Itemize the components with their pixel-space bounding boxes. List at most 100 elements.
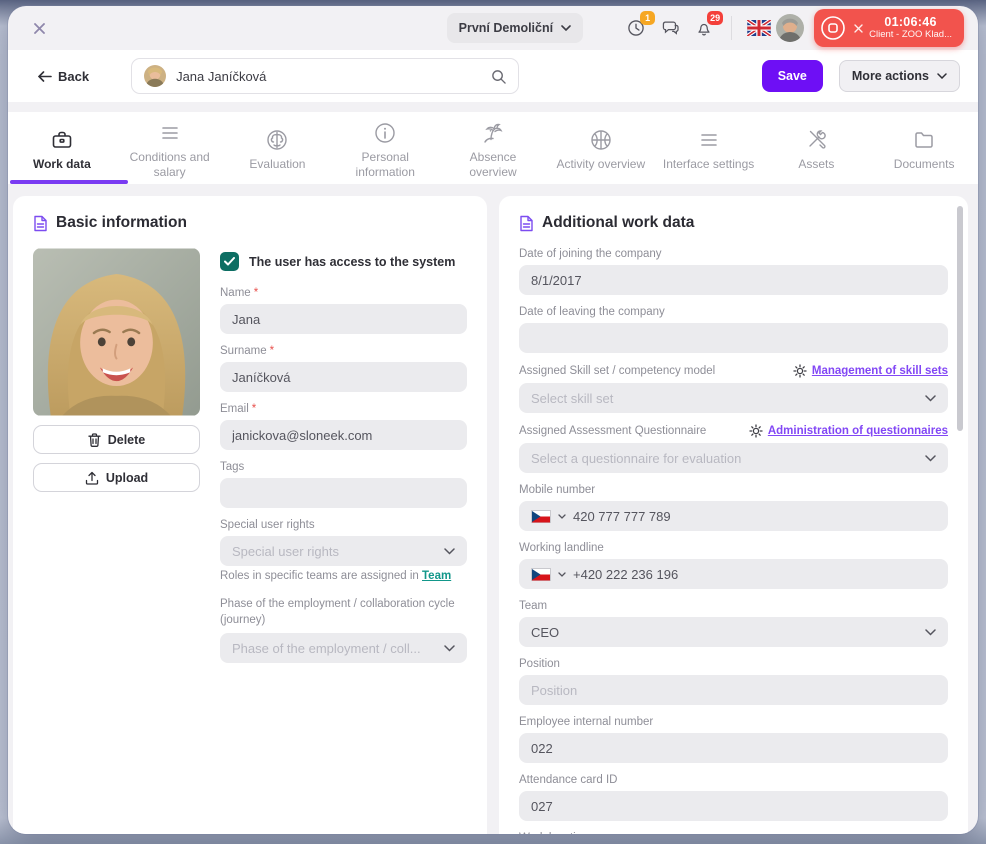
mobile-field[interactable]: 420 777 777 789 <box>519 501 948 531</box>
work-location-label: Work location <box>519 832 948 834</box>
tab-absence-overview[interactable]: Absence overview <box>439 112 547 184</box>
tab-documents[interactable]: Documents <box>870 112 978 184</box>
card-id-label: Attendance card ID <box>519 774 618 786</box>
tags-field[interactable] <box>220 478 467 508</box>
team-link[interactable]: Team <box>422 570 451 582</box>
chevron-down-icon <box>561 25 571 31</box>
company-switcher[interactable]: První Demoliční <box>446 13 584 43</box>
team-label: Team <box>519 600 548 612</box>
more-actions-button[interactable]: More actions <box>838 60 960 92</box>
questionnaire-select[interactable]: Select a questionnaire for evaluation <box>519 443 948 473</box>
email-label: Email * <box>220 403 257 415</box>
running-timer[interactable]: 01:06:46 Client - ZOO Klad... <box>814 9 964 47</box>
stop-timer-icon[interactable] <box>818 13 848 43</box>
position-field[interactable] <box>519 675 948 705</box>
tab-conditions-and-salary[interactable]: Conditions and salary <box>116 112 224 184</box>
special-rights-label: Special user rights <box>220 519 315 531</box>
doc-icon <box>34 215 47 231</box>
time-tracking-button[interactable]: 1 <box>619 11 656 43</box>
additional-work-data-title: Additional work data <box>519 214 948 232</box>
tools-icon <box>809 130 827 149</box>
tab-assets[interactable]: Assets <box>762 112 870 184</box>
questionnaire-admin-link[interactable]: Administration of questionnaires <box>749 424 948 438</box>
gear-icon <box>793 364 807 378</box>
leaving-date-label: Date of leaving the company <box>519 306 665 318</box>
timer-time: 01:06:46 <box>884 15 937 30</box>
messages-button[interactable] <box>653 13 687 43</box>
save-button[interactable]: Save <box>761 60 823 92</box>
close-icon[interactable] <box>26 15 52 41</box>
language-switcher[interactable] <box>742 13 776 43</box>
uk-flag-icon <box>747 20 772 36</box>
back-arrow-icon <box>38 70 52 82</box>
cz-flag-icon <box>531 509 551 523</box>
joining-date-label: Date of joining the company <box>519 248 662 260</box>
app-window: První Demoliční 1 29 01:06:46 Client - Z… <box>8 6 978 834</box>
palm-icon <box>484 123 503 143</box>
panel-scrollbar[interactable] <box>957 206 963 431</box>
surname-label: Surname * <box>220 345 275 357</box>
doc-icon <box>520 215 533 231</box>
questionnaire-label: Assigned Assessment Questionnaire <box>519 425 707 437</box>
briefcase-icon <box>52 131 72 148</box>
tab-personal-information[interactable]: Personal information <box>331 112 439 184</box>
info-icon <box>375 122 395 143</box>
additional-work-data-panel: Additional work data Date of joining the… <box>499 196 968 834</box>
brain-icon <box>267 130 288 150</box>
discard-timer-icon[interactable] <box>854 23 863 33</box>
position-label: Position <box>519 658 560 670</box>
landline-label: Working landline <box>519 542 604 554</box>
timer-client: Client - ZOO Klad... <box>869 28 952 40</box>
chevron-down-icon <box>937 73 947 79</box>
content-area: Basic information Delete Upload The user… <box>8 184 978 834</box>
card-id-field[interactable] <box>519 791 948 821</box>
access-checkbox[interactable]: The user has access to the system <box>220 252 467 271</box>
skillset-select[interactable]: Select skill set <box>519 383 948 413</box>
folder-icon <box>915 132 933 148</box>
landline-field[interactable]: +420 222 236 196 <box>519 559 948 589</box>
joining-date-field[interactable] <box>519 265 948 295</box>
name-label: Name * <box>220 287 259 299</box>
skillset-label: Assigned Skill set / competency model <box>519 365 716 377</box>
delete-photo-button[interactable]: Delete <box>33 425 200 454</box>
upload-icon <box>85 471 98 485</box>
email-field[interactable] <box>220 420 467 450</box>
gear-icon <box>749 424 763 438</box>
leaving-date-field[interactable] <box>519 323 948 353</box>
company-name: První Demoliční <box>458 21 554 35</box>
back-button[interactable]: Back <box>38 69 89 84</box>
mobile-label: Mobile number <box>519 484 596 496</box>
notifications-button[interactable]: 29 <box>687 11 724 43</box>
name-field[interactable] <box>220 304 467 334</box>
tab-evaluation[interactable]: Evaluation <box>224 112 332 184</box>
bell-badge: 29 <box>707 11 724 25</box>
checkbox-check-icon <box>220 252 239 271</box>
header-divider <box>731 16 733 40</box>
search-avatar <box>144 65 167 87</box>
chevron-down-icon <box>925 454 936 462</box>
upload-photo-button[interactable]: Upload <box>33 463 200 492</box>
employee-toolbar: Back Save More actions <box>8 50 978 102</box>
surname-field[interactable] <box>220 362 467 392</box>
basic-information-title: Basic information <box>33 214 467 232</box>
phase-label: Phase of the employment / collaboration … <box>220 598 455 627</box>
roles-note: Roles in specific teams are assigned in … <box>220 570 452 582</box>
tab-interface-settings[interactable]: Interface settings <box>655 112 763 184</box>
lines-icon <box>161 126 178 139</box>
employee-search[interactable] <box>131 58 520 94</box>
internal-number-field[interactable] <box>519 733 948 763</box>
search-input[interactable] <box>176 68 482 84</box>
profile-tabs: Work data Conditions and salary Evaluati… <box>8 112 978 184</box>
tab-work-data[interactable]: Work data <box>8 112 116 184</box>
skillset-management-link[interactable]: Management of skill sets <box>793 364 948 378</box>
chevron-down-icon <box>925 394 936 402</box>
phase-select[interactable]: Phase of the employment / coll... <box>220 633 467 664</box>
cz-flag-icon <box>531 567 551 581</box>
team-select[interactable]: CEO <box>519 617 948 647</box>
special-rights-select[interactable]: Special user rights <box>220 536 467 566</box>
trash-icon <box>88 432 101 447</box>
user-avatar[interactable] <box>776 14 805 42</box>
tags-label: Tags <box>220 461 245 473</box>
tab-activity-overview[interactable]: Activity overview <box>547 112 655 184</box>
lines-icon <box>700 134 717 146</box>
